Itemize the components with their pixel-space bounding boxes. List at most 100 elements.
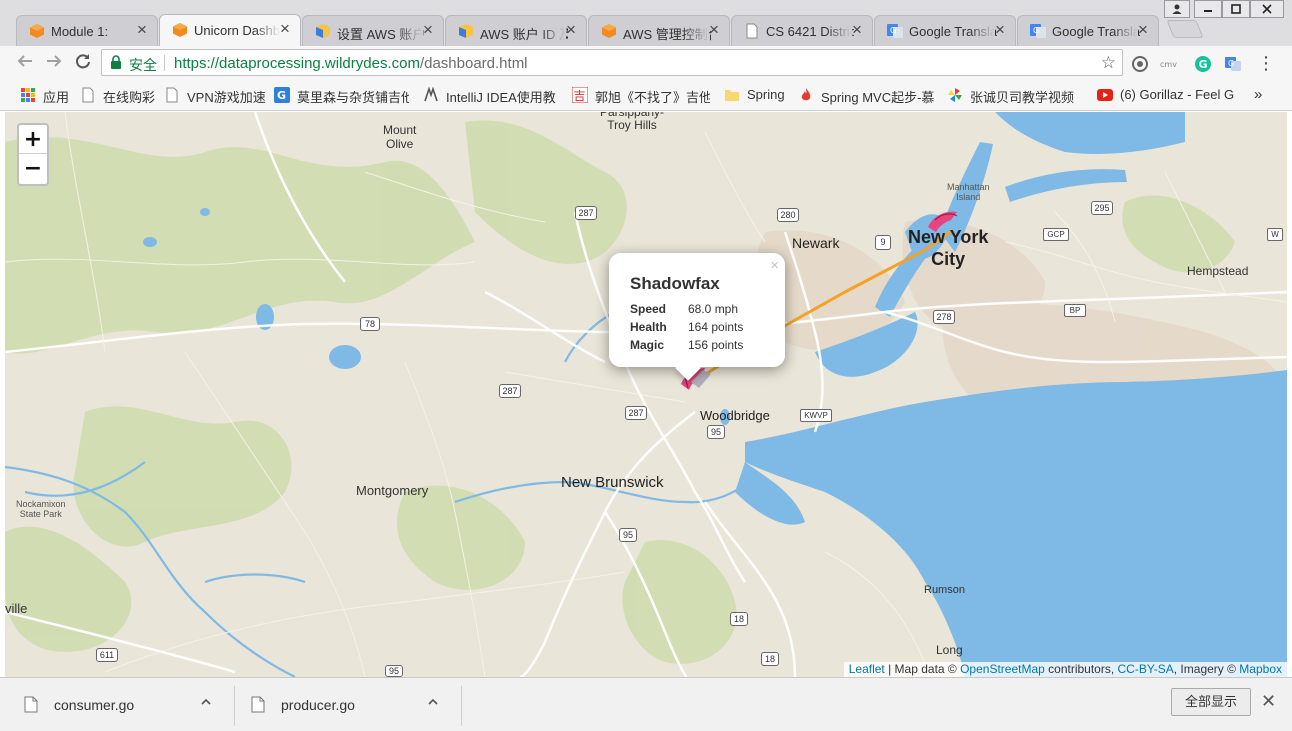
tab-close-icon[interactable]: × [277,20,293,37]
highway-shield: 295 [1091,201,1113,215]
extension-camera-icon[interactable] [1131,55,1149,73]
svg-text:G: G [890,26,896,35]
map-attribution: Leaflet | Map data © OpenStreetMap contr… [843,662,1287,677]
map-tiles[interactable] [5,112,1287,677]
tab-close-icon[interactable]: × [134,21,150,38]
maximize-button[interactable] [1222,0,1250,18]
bookmark-youtube-gorillaz[interactable]: (6) Gorillaz - Feel G [1097,86,1239,104]
browser-menu-icon[interactable]: ⋮ [1255,52,1277,74]
address-bar[interactable]: 安全 https://dataprocessing.wildrydes.com/… [101,49,1123,76]
tab-cs-6421[interactable]: CS 6421 Distrib × [731,15,873,46]
bookmark-online-lottery[interactable]: 在线购彩 [80,86,160,105]
forward-button[interactable] [43,52,65,74]
folder-icon [725,90,739,101]
grammarly-icon[interactable]: G [1194,55,1212,73]
bookmark-label: 郭旭《不找了》吉他 [595,90,710,105]
tab-aws-account-setup[interactable]: 设置 AWS 账户 × [302,15,444,46]
tab-aws-account-id[interactable]: AWS 账户 ID 及 × [445,15,587,46]
close-shelf-icon[interactable]: ✕ [1261,691,1276,712]
tab-close-icon[interactable]: × [420,21,436,38]
leaflet-link[interactable]: Leaflet [849,662,885,676]
aws-box-icon [30,24,44,38]
highway-shield: KWVP [800,409,832,422]
highway-shield: GCP [1043,228,1069,241]
bookmark-star-icon[interactable]: ☆ [1101,53,1116,73]
bookmark-spring-folder[interactable]: Spring [724,86,790,104]
bookmarks-overflow-button[interactable]: » [1254,86,1262,104]
tab-close-icon[interactable]: × [1135,21,1151,38]
back-arrow-icon [17,55,32,67]
minimize-icon [1204,10,1212,12]
tab-google-translate-1[interactable]: G Google Transla × [874,15,1016,46]
download-filename: producer.go [281,697,355,713]
aws-box-icon [173,23,187,37]
tab-unicorn-dashboard[interactable]: Unicorn Dashb × [159,14,301,46]
close-window-button[interactable] [1250,0,1284,18]
bookmark-morrison[interactable]: G 莫里森与杂货铺吉他 [274,86,410,105]
place-label-new-york-city: New York City [908,227,989,269]
svg-text:吉: 吉 [574,89,586,103]
license-link[interactable]: CC-BY-SA [1118,662,1174,676]
back-button[interactable] [14,52,36,74]
highway-shield: 611 [96,648,118,662]
highway-shield: 18 [761,652,779,666]
zoom-out-button[interactable]: − [19,154,47,183]
stat-value: 164 points [688,320,744,334]
download-filename: consumer.go [54,697,135,713]
download-item-producer[interactable]: producer.go [227,686,463,726]
place-label-newark: Newark [792,235,840,251]
bookmark-label: 莫里森与杂货铺吉他 [297,90,409,105]
zoom-in-button[interactable]: + [19,125,47,154]
show-all-downloads-button[interactable]: 全部显示 [1171,688,1251,716]
highway-shield: 287 [625,406,647,420]
minimize-button[interactable] [1194,0,1222,18]
place-label-manhattan: Manhattan Island [947,182,990,202]
google-translate-icon: G [1030,24,1046,38]
map-view[interactable]: 287 280 9 295 GCP W 78 278 BP 287 287 95… [5,112,1287,677]
bookmark-label: IntelliJ IDEA使用教 [446,90,556,105]
highway-shield: 9 [875,235,891,250]
place-label-parsippany: Parsippany- Troy Hills [600,112,665,132]
place-label-woodbridge: Woodbridge [700,408,770,423]
bookmark-guitar-guoxu[interactable]: 吉 郭旭《不找了》吉他 [572,86,714,105]
url-text[interactable]: https://dataprocessing.wildrydes.com/das… [174,55,528,72]
intellij-icon [424,87,438,102]
bookmark-spring-mvc[interactable]: Spring MVC起步-慕 [798,86,938,105]
tab-close-icon[interactable]: × [992,21,1008,38]
bookmark-intellij[interactable]: IntelliJ IDEA使用教 [423,86,563,105]
chevron-up-icon[interactable] [427,696,439,708]
place-label-nockamixon: Nockamixon State Park [16,499,66,519]
bookmark-vpn[interactable]: VPN游戏加速 [164,86,266,105]
file-icon [251,696,265,713]
reload-icon [76,54,90,69]
url-host: https://dataprocessing.wildrydes.com [174,55,420,72]
chevron-up-icon[interactable] [200,696,212,708]
download-item-consumer[interactable]: consumer.go [0,686,236,726]
maximize-icon [1231,4,1241,14]
file-icon [24,696,38,713]
tab-close-icon[interactable]: × [563,21,579,38]
new-tab-button[interactable] [1166,20,1204,38]
highway-shield: W [1267,228,1283,241]
bookmark-bass-lessons[interactable]: 张诚贝司教学视频 [947,86,1087,105]
popup-close-button[interactable]: × [770,257,779,274]
reload-button[interactable] [72,52,94,74]
tab-aws-console[interactable]: AWS 管理控制台 × [588,15,730,46]
extension-cmv-icon[interactable]: cmv [1160,55,1178,73]
ji-icon: 吉 [572,87,588,103]
translate-extension-icon[interactable]: G [1224,55,1242,73]
tab-close-icon[interactable]: × [849,21,865,38]
osm-link[interactable]: OpenStreetMap [960,662,1045,676]
tab-close-icon[interactable]: × [706,21,722,38]
bookmark-apps[interactable]: 应用 [20,86,75,105]
highway-shield: 18 [730,612,748,626]
mapbox-link[interactable]: Mapbox [1239,662,1282,676]
tab-google-translate-2[interactable]: G Google Transla × [1017,15,1159,46]
aws-box-icon [602,24,616,38]
profile-button[interactable] [1164,0,1190,18]
pinwheel-icon [948,88,962,102]
bookmark-label: 应用 [43,90,70,105]
tab-module-1[interactable]: Module 1: × [16,15,158,46]
place-label-rumson: Rumson [924,584,965,596]
google-translate-icon: G [887,24,903,38]
